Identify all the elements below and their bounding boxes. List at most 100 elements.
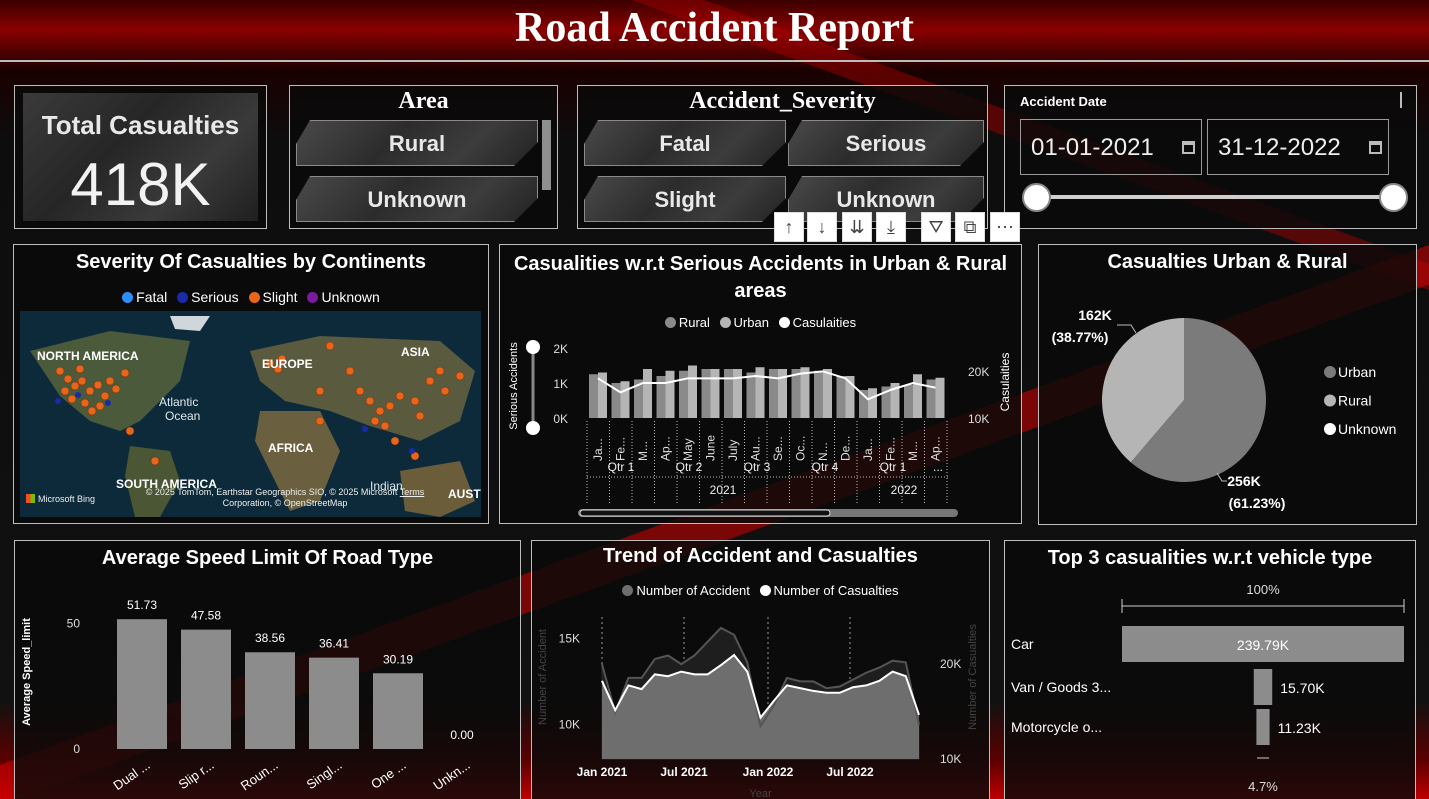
vehicle-top-pct: 100% <box>1246 582 1280 597</box>
date-range-track[interactable] <box>1037 195 1392 199</box>
more-options-icon[interactable]: ⋯ <box>990 212 1020 242</box>
severity-option-slight[interactable]: Slight <box>584 176 786 222</box>
y-slider-top-handle <box>526 340 540 354</box>
legend-unknown[interactable]: Unknown <box>307 289 380 305</box>
date-slicer: Accident Date 01-01-2021 31-12-2022 <box>1004 85 1417 229</box>
trend-chart[interactable]: 15K 10K 20K 10K Jan 2021 Jul 2021 Jan 2022 Jul … <box>532 541 991 799</box>
area-slicer-scrollbar[interactable] <box>542 120 551 190</box>
speed-bar <box>309 657 359 749</box>
bar-rural <box>791 369 801 418</box>
serious-chart[interactable]: 2K 1K 0K 20K 10K Ja... Fe... M... Ap... May June Ju… <box>500 245 1023 525</box>
severity-option-fatal[interactable]: Fatal <box>584 120 786 166</box>
focus-mode-icon[interactable]: ⧉ <box>955 212 985 242</box>
bar-rural <box>904 384 913 418</box>
x-tick-month: July <box>726 440 740 461</box>
chart-scrollbar-thumb <box>579 509 831 517</box>
area-slicer: Area Rural Unknown <box>289 85 558 229</box>
date-range-start-handle[interactable] <box>1022 183 1051 212</box>
map-title: Severity Of Casualties by Continents <box>75 251 427 273</box>
end-date-input[interactable]: 31-12-2022 <box>1207 119 1389 175</box>
start-date-input[interactable]: 01-01-2021 <box>1020 119 1202 175</box>
x-tick-quarter: Qtr 1 <box>880 460 907 474</box>
y-right-tick: 20K <box>968 365 989 379</box>
pie-label-rural-value: 162K <box>1078 307 1111 323</box>
x-tick-quarter: Qtr 4 <box>812 460 839 474</box>
double-arrow-down-icon[interactable]: ⇊ <box>842 212 872 242</box>
x-tick-quarter: Qtr 2 <box>676 460 703 474</box>
speed-bar <box>117 619 167 749</box>
area-option-rural[interactable]: Rural <box>296 120 538 166</box>
y-right-tick: 10K <box>968 412 989 426</box>
y-slider-bottom-handle <box>526 421 540 435</box>
calendar-icon[interactable] <box>1182 141 1195 154</box>
speed-data-label: 0.00 <box>450 728 474 742</box>
area-slicer-title: Area <box>398 88 449 114</box>
speed-chart[interactable]: 50 0 51.73 Dual ... 47.58 Slip r... 38.56 Roun.… <box>15 541 522 799</box>
speed-data-label: 38.56 <box>255 631 285 645</box>
speed-y-tick: 50 <box>67 617 81 631</box>
terms-link[interactable]: Terms <box>400 487 425 497</box>
filter-icon[interactable]: ⛛ <box>921 212 951 242</box>
arrow-down-icon[interactable]: ↓ <box>807 212 837 242</box>
bar-urban <box>868 388 877 418</box>
trend-x-tick: Jan 2022 <box>743 765 794 779</box>
x-tick-month: Ap... <box>659 436 673 461</box>
severity-slicer-title: Accident_Severity <box>689 88 876 114</box>
x-tick-month: Ap... <box>929 436 943 461</box>
report-header: Road Accident Report <box>0 0 1429 62</box>
y-left-tick: 2K <box>553 342 568 356</box>
x-tick-quarter: ... <box>933 460 943 474</box>
legend-serious[interactable]: Serious <box>177 289 239 305</box>
trend-y-right-tick: 20K <box>940 657 961 671</box>
vehicle-value-label: 11.23K <box>1278 720 1322 736</box>
pie-chart[interactable]: 162K (38.77%) 256K (61.23%) Urban Rural Unknow… <box>1039 245 1418 526</box>
x-tick-month: Ja... <box>861 438 875 461</box>
x-tick-quarter: Qtr 3 <box>744 460 771 474</box>
world-map[interactable]: NORTH AMERICA EUROPE ASIA Atlantic Ocean… <box>20 311 481 517</box>
x-tick-quarter: Qtr 1 <box>608 460 635 474</box>
map-attribution: © 2025 TomTom, Earthstar Geographics SIO… <box>145 487 425 508</box>
bar-urban <box>755 367 765 418</box>
map-label-africa: AFRICA <box>268 441 314 455</box>
pie-legend-unknown: Unknown <box>1338 421 1396 437</box>
speed-y-tick: 0 <box>73 742 80 756</box>
vehicle-category: Car <box>1011 636 1034 652</box>
trend-y-left-tick: 10K <box>559 718 580 732</box>
bar-rural <box>814 370 823 418</box>
bar-urban <box>710 369 720 418</box>
calendar-icon[interactable] <box>1369 141 1382 154</box>
x-tick-month: M... <box>906 441 920 461</box>
bar-rural <box>589 374 598 418</box>
arrow-up-icon[interactable]: ↑ <box>774 212 804 242</box>
speed-x-tick: Roun... <box>238 757 281 793</box>
report-title: Road Accident Report <box>515 5 914 51</box>
speed-x-tick: Singl... <box>304 757 345 792</box>
trend-x-tick: Jul 2021 <box>660 765 708 779</box>
trend-y-right-tick: 10K <box>940 752 961 766</box>
trend-x-tick: Jul 2022 <box>826 765 874 779</box>
pie-legend-dot <box>1324 423 1336 435</box>
legend-slight[interactable]: Slight <box>248 289 298 305</box>
x-tick-month: Fe... <box>614 437 628 461</box>
microsoft-logo-icon <box>26 494 35 503</box>
expand-hierarchy-icon[interactable]: ⤓ <box>876 212 906 242</box>
vehicle-value-label: 15.70K <box>1280 680 1325 696</box>
bing-logo: Microsoft Bing <box>26 494 95 504</box>
map-label-atlantic: Atlantic <box>159 395 199 409</box>
y-left-tick: 0K <box>553 412 568 426</box>
bar-urban <box>643 369 652 418</box>
area-option-unknown[interactable]: Unknown <box>296 176 538 222</box>
bar-urban <box>620 381 630 418</box>
vehicle-chart[interactable]: 100% Car 239.79K Van / Goods 3... 15.70K Moto… <box>1005 541 1417 799</box>
date-slicer-label: Accident Date <box>1020 94 1107 109</box>
bar-urban <box>733 369 742 418</box>
date-range-end-handle[interactable] <box>1379 183 1408 212</box>
total-casualties-card: Total Casualties 418K <box>14 85 267 229</box>
vehicle-type-panel: Top 3 casualities w.r.t vehicle type 100… <box>1004 540 1416 799</box>
x-tick-year: 2021 <box>710 483 737 497</box>
speed-x-tick: Unkn... <box>430 757 472 793</box>
severity-option-serious[interactable]: Serious <box>788 120 984 166</box>
legend-fatal[interactable]: Fatal <box>122 289 167 305</box>
end-date-value: 31-12-2022 <box>1218 134 1341 161</box>
bar-urban <box>913 374 922 418</box>
